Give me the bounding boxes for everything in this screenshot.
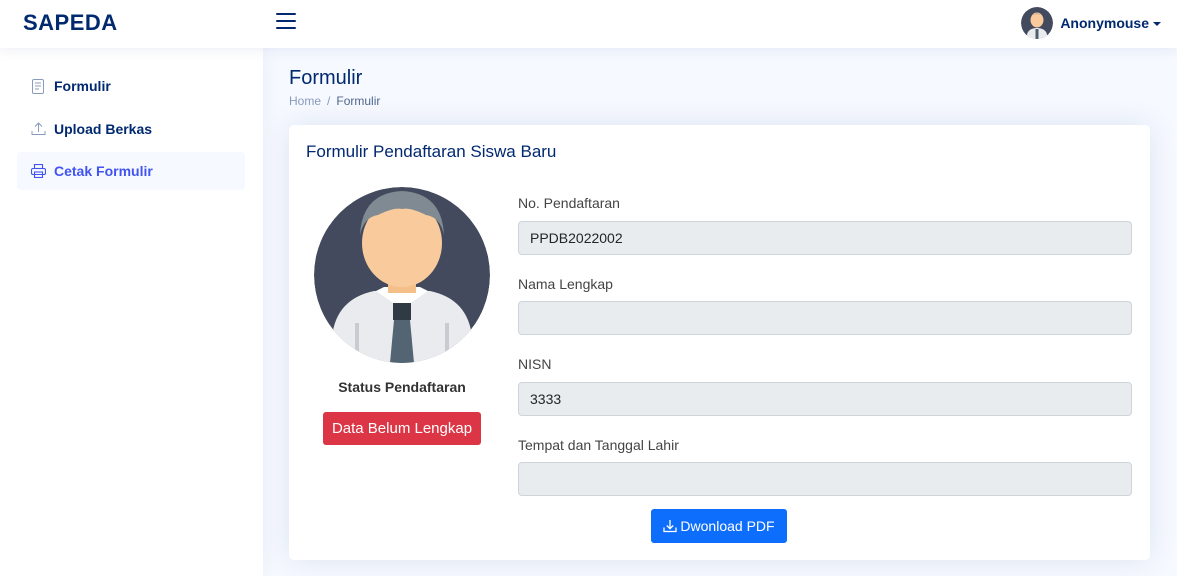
field-label-no-pendaftaran: No. Pendaftaran <box>518 195 620 211</box>
tempat-tanggal-lahir-field[interactable] <box>518 462 1132 496</box>
nama-lengkap-field[interactable] <box>518 301 1132 335</box>
user-profile-dropdown[interactable]: Anonymouse <box>1021 6 1161 40</box>
hamburger-icon[interactable] <box>276 13 296 31</box>
no-pendaftaran-field[interactable] <box>518 221 1132 255</box>
upload-icon <box>30 121 46 137</box>
download-icon <box>663 519 678 533</box>
sidebar-item-upload-berkas[interactable]: Upload Berkas <box>17 110 245 148</box>
page-title: Formulir <box>289 67 363 89</box>
breadcrumb: Home / Formulir <box>289 94 380 108</box>
nisn-field[interactable] <box>518 382 1132 416</box>
field-label-nama-lengkap: Nama Lengkap <box>518 276 613 292</box>
printer-icon <box>30 163 46 179</box>
field-label-nisn: NISN <box>518 356 552 372</box>
top-header: SAPEDA Anonymouse <box>0 0 1177 48</box>
sidebar: Formulir Upload Berkas Cetak Formulir <box>0 48 263 576</box>
breadcrumb-current: Formulir <box>336 94 381 108</box>
breadcrumb-home-link[interactable]: Home <box>289 94 321 108</box>
download-pdf-button[interactable]: Dwonload PDF <box>651 509 787 543</box>
field-label-tempat-tanggal-lahir: Tempat dan Tanggal Lahir <box>518 437 679 453</box>
sidebar-item-formulir[interactable]: Formulir <box>17 67 245 105</box>
sidebar-item-cetak-formulir[interactable]: Cetak Formulir <box>17 152 245 190</box>
registration-card: Formulir Pendaftaran Siswa Baru Status P… <box>289 125 1150 560</box>
user-name: Anonymouse <box>1060 15 1149 31</box>
status-badge: Data Belum Lengkap <box>323 412 481 445</box>
chevron-down-icon <box>1153 22 1161 26</box>
breadcrumb-separator: / <box>327 94 331 108</box>
card-title: Formulir Pendaftaran Siswa Baru <box>306 142 557 161</box>
sidebar-item-label: Upload Berkas <box>54 121 153 137</box>
sidebar-item-label: Cetak Formulir <box>54 163 153 179</box>
download-pdf-label: Dwonload PDF <box>680 518 775 534</box>
user-avatar-icon <box>1021 7 1054 39</box>
brand-logo[interactable]: SAPEDA <box>23 10 118 36</box>
form-icon <box>30 78 46 94</box>
sidebar-item-label: Formulir <box>54 78 111 94</box>
student-avatar-icon <box>314 187 490 363</box>
status-label: Status Pendaftaran <box>338 379 466 395</box>
